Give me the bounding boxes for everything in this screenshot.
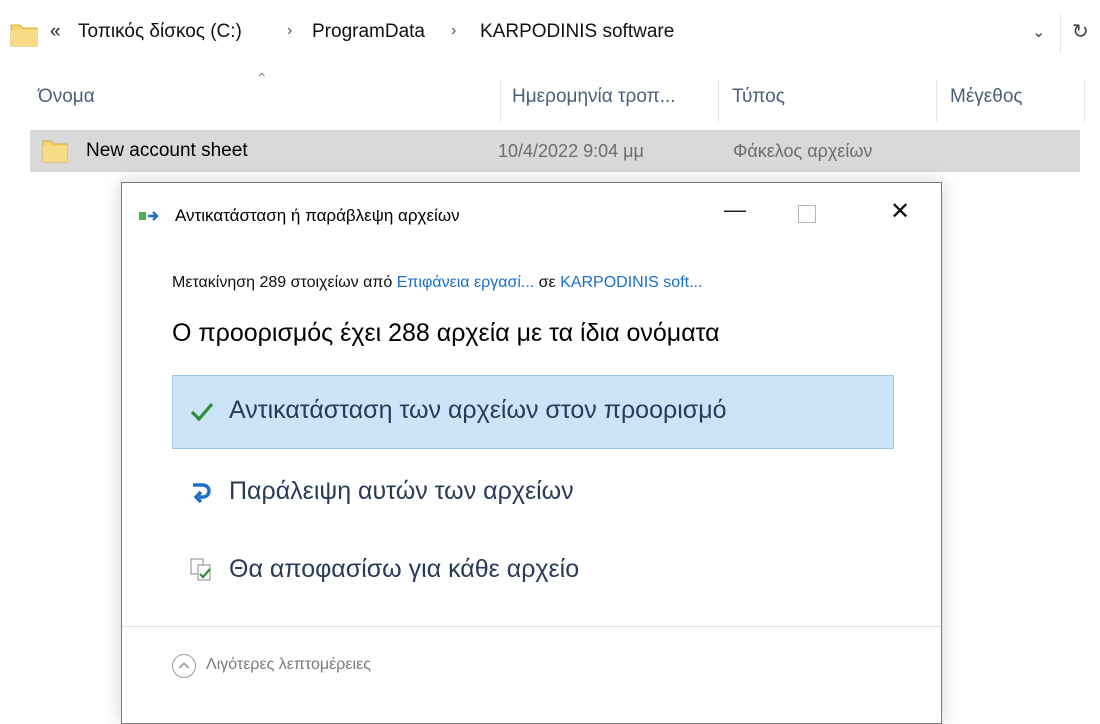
decide-each-file-option[interactable]: Θα αποφασίσω για κάθε αρχείο (172, 534, 894, 608)
skip-files-option[interactable]: Παράλειψη αυτών των αρχείων (172, 456, 894, 530)
sort-ascending-icon: ⌃ (256, 70, 268, 86)
maximize-button[interactable] (798, 205, 816, 223)
file-name: New account sheet (86, 140, 248, 161)
option-label: Αντικατάσταση των αρχείων στον προορισμό (229, 396, 727, 424)
breadcrumb-local-disk[interactable]: Τοπικός δίσκος (C:) (78, 21, 242, 43)
close-button[interactable]: ✕ (885, 197, 915, 227)
column-header-size[interactable]: Μέγεθος (950, 86, 1023, 108)
option-label: Παράλειψη αυτών των αρχείων (229, 477, 574, 505)
checkmark-icon (190, 402, 214, 422)
skip-arrow-icon (193, 483, 211, 504)
chevron-down-icon[interactable]: ⌄ (1032, 22, 1045, 42)
replace-or-skip-dialog: Αντικατάσταση ή παράβλεψη αρχείων — ✕ Με… (121, 182, 942, 724)
chevron-up-circle-icon (172, 654, 196, 678)
column-header-date[interactable]: Ημερομηνία τροπ... (512, 86, 676, 108)
option-label: Θα αποφασίσω για κάθε αρχείο (229, 555, 580, 583)
column-divider[interactable] (936, 80, 937, 122)
file-type: Φάκελος αρχείων (733, 141, 873, 161)
column-divider[interactable] (1084, 80, 1085, 122)
divider (122, 626, 941, 627)
column-divider[interactable] (500, 80, 501, 122)
refresh-icon[interactable]: ↻ (1072, 19, 1089, 44)
divider (1060, 14, 1061, 54)
destination-folder-link[interactable]: KARPODINIS soft... (560, 274, 702, 291)
breadcrumb-separator-icon[interactable]: › (451, 22, 456, 40)
breadcrumb-separator-icon[interactable]: › (287, 22, 292, 40)
column-header-type[interactable]: Τύπος (732, 86, 785, 108)
overflow-chevron-icon[interactable]: « (50, 21, 61, 43)
move-files-icon (139, 211, 159, 221)
move-summary-mid: σε (534, 274, 561, 291)
folder-icon (42, 140, 68, 163)
conflict-heading: Ο προορισμός έχει 288 αρχεία με τα ίδια … (172, 319, 720, 347)
fewer-details-label: Λιγότερες λεπτομέρειες (206, 656, 371, 673)
source-folder-link[interactable]: Επιφάνεια εργασί... (397, 274, 535, 291)
breadcrumb-programdata[interactable]: ProgramData (312, 21, 425, 43)
column-divider[interactable] (718, 80, 719, 122)
breadcrumb-karpodinis-software[interactable]: KARPODINIS software (480, 21, 674, 43)
dialog-title: Αντικατάσταση ή παράβλεψη αρχείων (175, 206, 460, 225)
file-date: 10/4/2022 9:04 μμ (498, 141, 644, 161)
compare-files-icon (190, 558, 211, 581)
column-header-name[interactable]: Όνομα (38, 86, 95, 108)
move-summary-prefix: Μετακίνηση 289 στοιχείων από (172, 274, 397, 291)
folder-icon (10, 24, 38, 47)
minimize-button[interactable]: — (720, 197, 750, 227)
move-summary: Μετακίνηση 289 στοιχείων από Επιφάνεια ε… (172, 274, 702, 292)
file-list-row[interactable]: New account sheet 10/4/2022 9:04 μμ Φάκε… (30, 130, 1080, 172)
replace-files-option[interactable]: Αντικατάσταση των αρχείων στον προορισμό (172, 375, 894, 449)
address-bar[interactable]: « Τοπικός δίσκος (C:) › ProgramData › KA… (0, 0, 1100, 68)
